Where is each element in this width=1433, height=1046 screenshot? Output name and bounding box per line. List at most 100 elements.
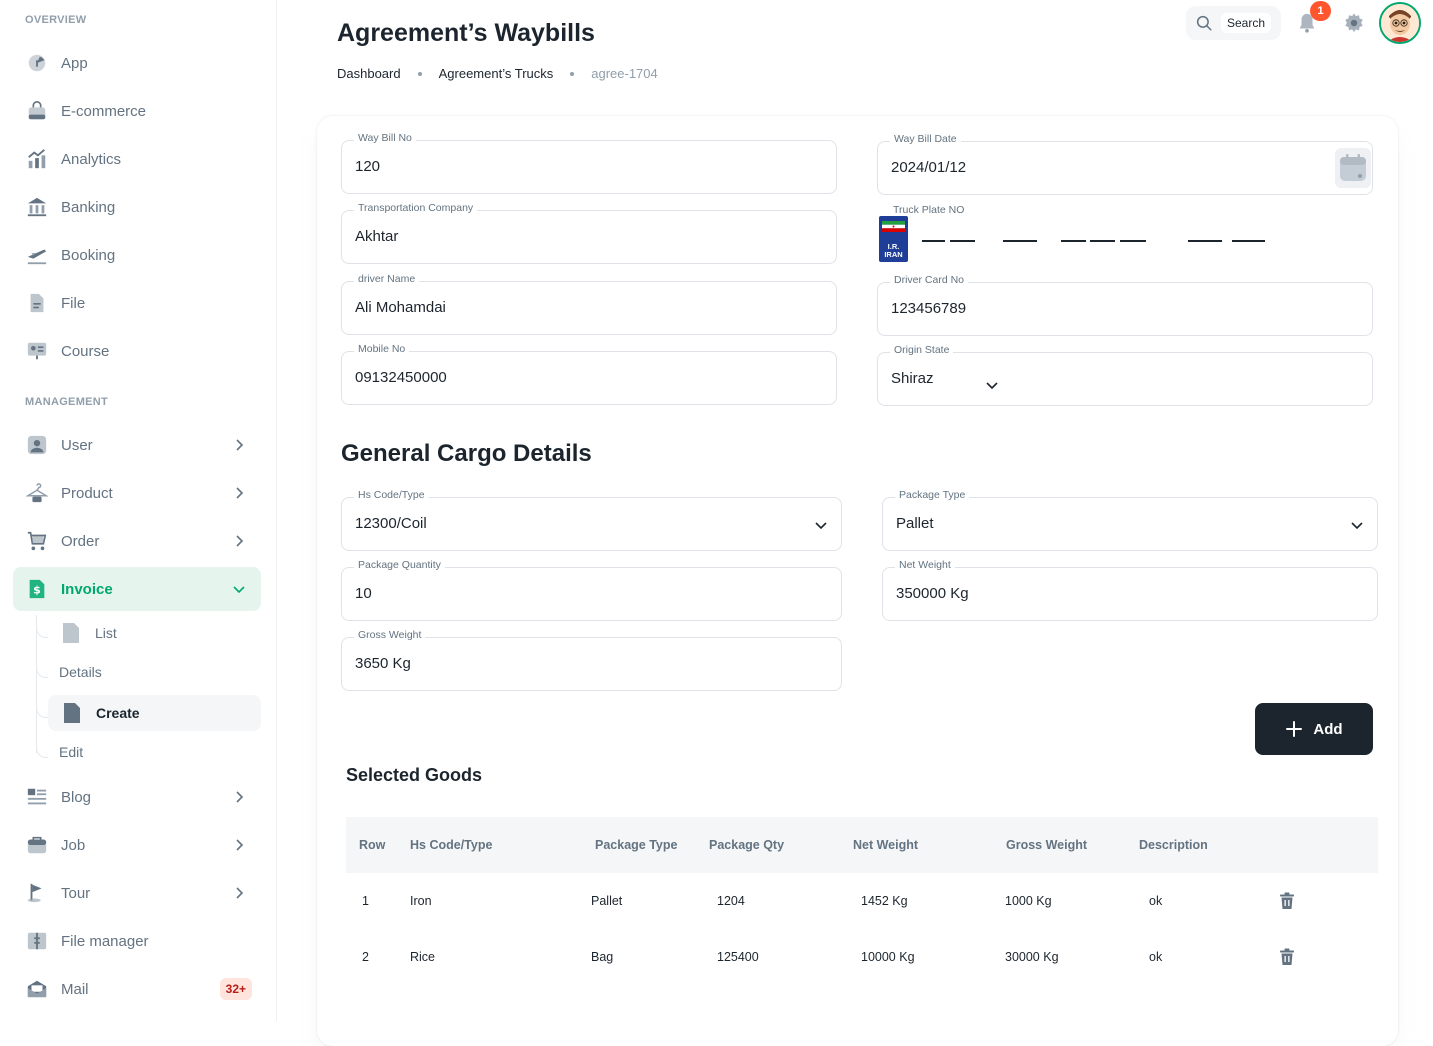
plate-region-slot[interactable] <box>1232 240 1265 242</box>
cell-description: ok <box>1149 894 1163 908</box>
package-quantity-field[interactable]: Package Quantity 10 <box>341 559 842 621</box>
gear-icon <box>1345 13 1363 33</box>
plate-region-slot[interactable] <box>1188 240 1222 242</box>
sidebar-item-label: User <box>61 436 93 454</box>
breadcrumb-separator <box>570 71 575 76</box>
cell-gross-weight: 30000 Kg <box>1005 950 1059 964</box>
sidebar-item-label: Blog <box>61 788 92 806</box>
field-label: Package Type <box>895 489 970 501</box>
chevron-down-icon <box>1351 522 1363 530</box>
tree-hook <box>36 706 48 718</box>
sidebar-item-booking[interactable]: Booking <box>13 233 261 277</box>
tree-hook <box>36 746 48 758</box>
field-label: Way Bill Date <box>890 133 961 145</box>
field-value: 123456789 <box>891 300 967 317</box>
tree-hook <box>36 666 48 678</box>
sidebar-item-banking[interactable]: Banking <box>13 185 261 229</box>
sidebar-item-invoice[interactable]: $ Invoice <box>13 567 261 611</box>
net-weight-field[interactable]: Net Weight 350000 Kg <box>882 559 1378 621</box>
sidebar-item-product[interactable]: Product <box>13 471 261 515</box>
way-bill-date-field[interactable]: Way Bill Date 2024/01/12 <box>877 133 1373 195</box>
breadcrumb: Dashboard Agreement’s Trucks agree-1704 <box>337 66 658 81</box>
mobile-no-field[interactable]: Mobile No 09132450000 <box>341 343 837 405</box>
sidebar-subitem-details[interactable]: Details <box>59 664 102 680</box>
field-label: Mobile No <box>354 343 410 355</box>
field-value: 09132450000 <box>355 369 447 386</box>
sidebar-item-blog[interactable]: Blog <box>13 775 261 819</box>
sidebar-item-course[interactable]: Course <box>13 329 261 373</box>
mail-icon <box>25 977 49 1001</box>
origin-state-select[interactable]: Origin State Shiraz <box>877 344 1373 406</box>
breadcrumb-agreements-trucks[interactable]: Agreement’s Trucks <box>439 66 554 81</box>
sidebar-item-label: Order <box>61 532 100 550</box>
plate-digit-slot[interactable] <box>922 240 945 242</box>
cell-package-qty: 1204 <box>717 894 745 908</box>
field-value: 120 <box>355 158 381 175</box>
hs-code-select[interactable]: Hs Code/Type 12300/Coil <box>341 489 842 551</box>
sidebar-item-job[interactable]: Job <box>13 823 261 867</box>
sidebar-item-label: Invoice <box>61 580 113 598</box>
plus-icon <box>1286 721 1303 737</box>
app-icon <box>25 51 49 75</box>
sidebar-item-mail[interactable]: Mail 32+ <box>13 967 261 1011</box>
sidebar-item-label: App <box>61 54 88 72</box>
gross-weight-field[interactable]: Gross Weight 3650 Kg <box>341 629 842 691</box>
tree-line <box>36 615 37 753</box>
sidebar-item-label: Product <box>61 484 113 502</box>
sidebar-item-tour[interactable]: Tour <box>13 871 261 915</box>
plate-digit-slot[interactable] <box>1090 240 1115 242</box>
breadcrumb-dashboard[interactable]: Dashboard <box>337 66 401 81</box>
cell-description: ok <box>1149 950 1163 964</box>
settings-button[interactable] <box>1343 12 1365 39</box>
blog-icon <box>25 785 49 809</box>
trash-icon[interactable] <box>1279 948 1295 966</box>
cart-icon <box>25 529 49 553</box>
cell-hs-code: Iron <box>410 894 432 908</box>
sidebar-item-user[interactable]: User <box>13 423 261 467</box>
invoice-icon: $ <box>25 577 49 601</box>
trash-icon[interactable] <box>1279 892 1295 910</box>
plate-digit-slot[interactable] <box>950 240 975 242</box>
flag-icon <box>25 881 49 905</box>
sidebar-item-file[interactable]: File <box>13 281 261 325</box>
cell-package-type: Pallet <box>591 894 623 908</box>
field-value: Akhtar <box>355 228 399 245</box>
plate-letter-slot[interactable] <box>1003 240 1037 242</box>
sidebar-item-label: File manager <box>61 932 149 950</box>
sidebar-item-label: Booking <box>61 246 116 264</box>
sidebar-item-file-manager[interactable]: File manager <box>13 919 261 963</box>
plate-digit-slot[interactable] <box>1120 240 1146 242</box>
document-icon <box>63 623 79 643</box>
add-button[interactable]: Add <box>1255 703 1373 755</box>
driver-card-no-field[interactable]: Driver Card No 123456789 <box>877 274 1373 336</box>
sidebar-item-order[interactable]: Order <box>13 519 261 563</box>
sidebar-item-e-commerce[interactable]: E-commerce <box>13 89 261 133</box>
notification-badge: 1 <box>1310 1 1331 21</box>
search-button[interactable]: Search <box>1186 6 1281 40</box>
way-bill-no-field[interactable]: Way Bill No 120 <box>341 132 837 194</box>
file-icon <box>25 291 49 315</box>
date-picker-button[interactable] <box>1335 148 1371 188</box>
sidebar-item-app[interactable]: App <box>13 41 261 85</box>
transportation-company-field[interactable]: Transportation Company Akhtar <box>341 202 837 264</box>
field-value: 12300/Coil <box>355 515 427 532</box>
selected-goods-title: Selected Goods <box>346 765 483 785</box>
sidebar: OVERVIEW App E-commerce Analytics Bankin… <box>0 0 277 1021</box>
column-header-row: Row <box>359 838 386 852</box>
tree-hook <box>36 626 48 638</box>
sidebar-item-analytics[interactable]: Analytics <box>13 137 261 181</box>
airplane-icon <box>25 243 49 267</box>
nav-subheader-management: MANAGEMENT <box>25 396 109 408</box>
cell-gross-weight: 1000 Kg <box>1005 894 1052 908</box>
driver-name-field[interactable]: driver Name Ali Mohamdai <box>341 273 837 335</box>
sidebar-subitem-create[interactable]: Create <box>62 702 140 724</box>
package-type-select[interactable]: Package Type Pallet <box>882 489 1378 551</box>
avatar[interactable] <box>1379 2 1421 44</box>
sidebar-subitem-edit[interactable]: Edit <box>59 744 83 760</box>
sidebar-item-label: Mail <box>61 980 89 998</box>
sidebar-subitem-list[interactable]: List <box>61 622 117 644</box>
chevron-right-icon <box>236 487 244 499</box>
plate-digit-slot[interactable] <box>1061 240 1086 242</box>
field-label: driver Name <box>354 273 420 285</box>
field-label: Gross Weight <box>354 629 426 641</box>
